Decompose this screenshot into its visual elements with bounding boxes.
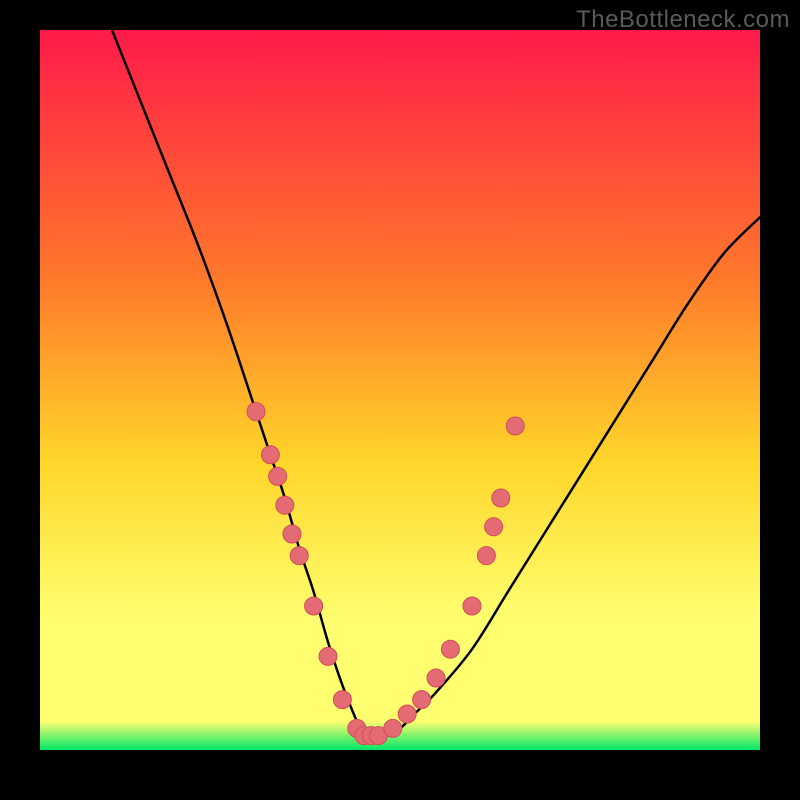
data-marker <box>485 518 503 536</box>
data-marker <box>290 547 308 565</box>
gradient-background <box>40 30 760 750</box>
plot-area <box>40 30 760 750</box>
data-marker <box>333 691 351 709</box>
data-marker <box>319 647 337 665</box>
data-marker <box>427 669 445 687</box>
data-marker <box>413 691 431 709</box>
data-marker <box>477 547 495 565</box>
data-marker <box>492 489 510 507</box>
data-marker <box>269 467 287 485</box>
watermark-text: TheBottleneck.com <box>576 6 790 34</box>
data-marker <box>506 417 524 435</box>
data-marker <box>247 403 265 421</box>
chart-frame: TheBottleneck.com <box>0 0 800 800</box>
data-marker <box>261 446 279 464</box>
data-marker <box>276 496 294 514</box>
data-marker <box>398 705 416 723</box>
data-marker <box>441 640 459 658</box>
data-marker <box>305 597 323 615</box>
data-marker <box>384 719 402 737</box>
data-marker <box>463 597 481 615</box>
data-marker <box>283 525 301 543</box>
bottleneck-chart-svg <box>40 30 760 750</box>
